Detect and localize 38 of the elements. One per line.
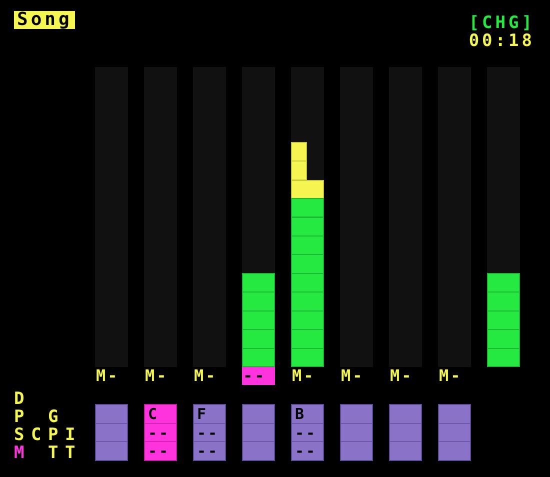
pad-text: F — [197, 406, 208, 422]
pad-text: -- — [148, 424, 170, 440]
time-display: 00:18 — [468, 32, 535, 50]
channel-mute-label[interactable]: M- — [389, 367, 422, 385]
track-pad[interactable] — [389, 404, 422, 461]
channel-mute-label[interactable]: M- — [95, 367, 128, 385]
pad-text: C — [148, 406, 160, 422]
mode-indicator: [CHG] — [468, 14, 535, 32]
pad-text: -- — [148, 443, 170, 460]
nav-map-letter: C — [31, 426, 42, 444]
pad-text: B — [295, 406, 306, 422]
pad-text: -- — [197, 424, 220, 440]
nav-map-letter: T — [48, 444, 60, 462]
nav-map-letter: S — [14, 426, 26, 444]
channel-mute-label[interactable]: M- — [193, 367, 226, 385]
channel-mute-label[interactable]: -- — [242, 367, 275, 385]
channel-mute-label[interactable]: M- — [291, 367, 324, 385]
channel-mute-label[interactable]: M- — [438, 367, 471, 385]
nav-map-letter: G — [48, 408, 60, 426]
track-pad[interactable] — [340, 404, 373, 461]
nav-map-letter: P — [48, 426, 60, 444]
track-pad[interactable]: B -- -- — [291, 404, 324, 461]
pad-text: -- — [295, 424, 318, 440]
track-pad[interactable]: C -- -- — [144, 404, 177, 461]
nav-map-letter: M — [14, 444, 26, 462]
channel-mute-label[interactable]: M- — [144, 367, 177, 385]
channel-mute-label[interactable]: M- — [340, 367, 373, 385]
track-pad[interactable] — [95, 404, 128, 461]
nav-map-letter: T — [65, 444, 76, 462]
pad-text: -- — [197, 443, 220, 460]
track-pad[interactable] — [438, 404, 471, 461]
nav-map-letter: D — [14, 390, 26, 408]
nav-map-letter: I — [65, 426, 76, 444]
track-pad[interactable] — [242, 404, 275, 461]
pad-text: -- — [295, 443, 318, 460]
nav-map-letter: P — [14, 408, 26, 426]
screen-title: Song — [14, 11, 76, 29]
track-pad[interactable]: F -- -- — [193, 404, 226, 461]
